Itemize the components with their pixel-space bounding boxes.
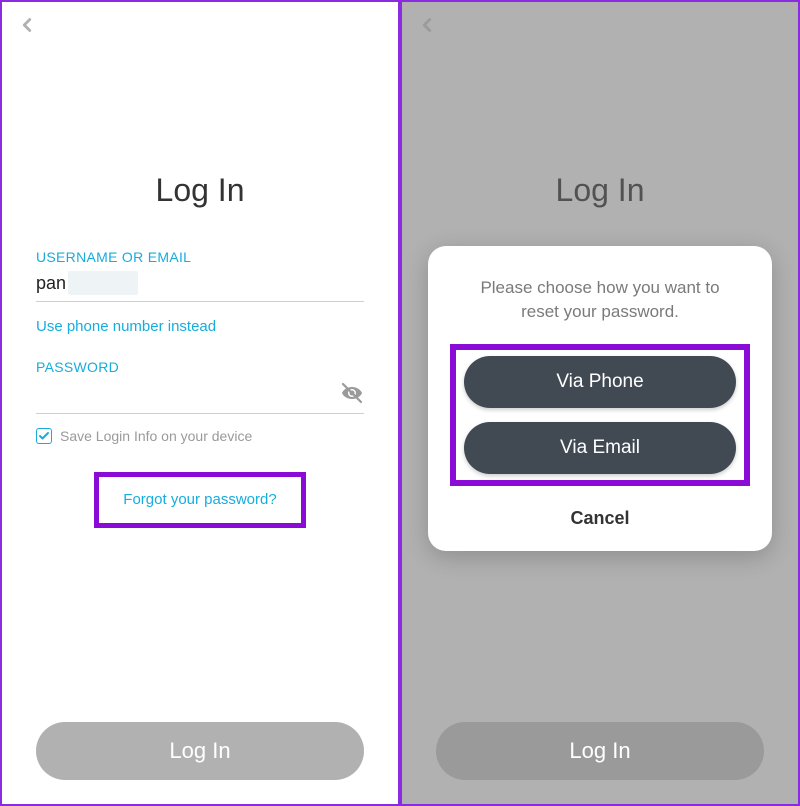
page-title: Log In — [36, 172, 364, 209]
username-input[interactable]: pan — [36, 271, 364, 302]
highlight-box: Forgot your password? — [94, 472, 305, 528]
save-login-row[interactable]: Save Login Info on your device — [36, 428, 364, 444]
username-value: pan — [36, 273, 66, 294]
login-screen-left: Log In USERNAME OR EMAIL pan Use phone n… — [0, 0, 400, 806]
save-login-label: Save Login Info on your device — [60, 428, 252, 444]
highlight-box: Via Phone Via Email — [450, 344, 750, 486]
via-email-button[interactable]: Via Email — [464, 422, 736, 474]
back-icon[interactable] — [416, 14, 438, 43]
reset-password-screen: Log In USERNAME OR EMAIL Log In Please c… — [400, 0, 800, 806]
forgot-password-wrap: Forgot your password? — [36, 472, 364, 528]
login-form: Log In USERNAME OR EMAIL pan Use phone n… — [2, 2, 398, 528]
reset-password-modal: Please choose how you want to reset your… — [428, 246, 772, 551]
checkbox-checked-icon[interactable] — [36, 428, 52, 444]
login-button[interactable]: Log In — [36, 722, 364, 780]
page-title: Log In — [436, 172, 764, 209]
login-button: Log In — [436, 722, 764, 780]
use-phone-link[interactable]: Use phone number instead — [36, 318, 364, 335]
eye-off-icon[interactable] — [340, 381, 364, 405]
back-icon[interactable] — [16, 14, 38, 43]
forgot-password-link[interactable]: Forgot your password? — [123, 491, 276, 508]
password-label: PASSWORD — [36, 359, 364, 375]
username-label: USERNAME OR EMAIL — [36, 249, 364, 265]
modal-message: Please choose how you want to reset your… — [450, 276, 750, 324]
cancel-button[interactable]: Cancel — [450, 500, 750, 529]
via-phone-button[interactable]: Via Phone — [464, 356, 736, 408]
login-form-background: Log In USERNAME OR EMAIL — [402, 2, 798, 271]
redacted-text — [68, 271, 138, 295]
password-input[interactable] — [36, 381, 364, 414]
